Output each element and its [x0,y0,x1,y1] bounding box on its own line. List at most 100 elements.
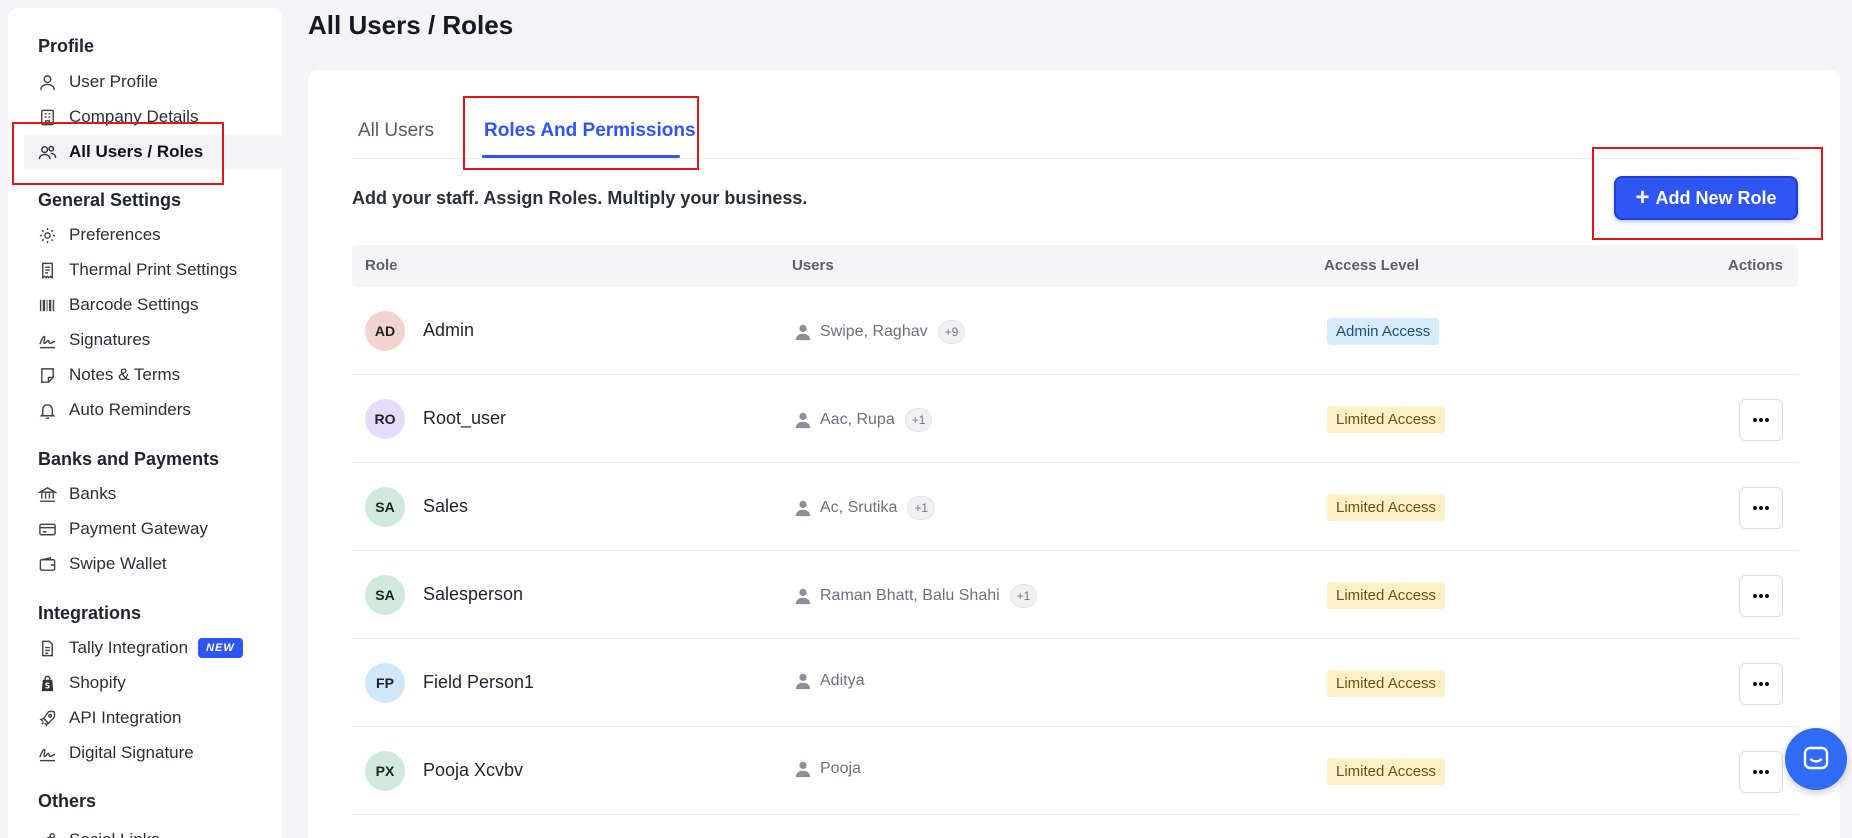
sidebar-item-label: All Users / Roles [69,142,204,161]
row-actions-button[interactable] [1739,751,1783,793]
user-icon [795,412,811,429]
row-actions-button[interactable] [1739,487,1783,529]
role-name: Sales [423,496,469,516]
chat-widget-button[interactable] [1785,728,1847,790]
more-users-count[interactable]: +1 [1009,584,1038,608]
row-actions-button[interactable] [1739,663,1783,705]
sidebar-item-label: Thermal Print Settings [69,260,238,279]
sidebar-item-label: Signatures [69,330,151,349]
active-tab-indicator [482,155,680,158]
table-row[interactable]: PX Pooja Xcvbv Pooja Limited Access [352,727,1798,815]
sidebar-item-auto-reminders[interactable]: Auto Reminders [24,393,282,427]
table-row[interactable]: SA Sales Ac, Srutika +1 Limited Access [352,463,1798,551]
users-cell: Aac, Rupa +1 [794,408,933,432]
role-name: Field Person1 [423,672,535,692]
sidebar-item-social-links[interactable]: Social Links [24,823,282,838]
sidebar-item-swipe-wallet[interactable]: Swipe Wallet [24,547,282,581]
more-users-count[interactable]: +9 [937,320,966,344]
tab-roles-and-permissions[interactable]: Roles And Permissions [484,120,696,142]
sidebar-item-label: Banks [69,484,117,503]
table-row[interactable]: SA Salesperson Raman Bhatt, Balu Shahi +… [352,551,1798,639]
access-level-badge: Admin Access [1327,318,1440,345]
role-name: Admin [423,320,475,340]
sidebar-item-shopify[interactable]: S Shopify [24,666,282,700]
role-name: Salesperson [423,584,524,604]
avatar: PX [365,751,405,791]
sidebar-item-barcode-settings[interactable]: Barcode Settings [24,288,282,322]
sidebar-item-tally-integration[interactable]: Tally Integration NEW [24,631,282,665]
sidebar-item-signatures[interactable]: Signatures [24,323,282,357]
column-header-access-level: Access Level [1324,257,1420,274]
users-cell: Pooja [794,760,861,778]
sidebar-item-label: Barcode Settings [69,295,199,314]
sidebar-item-preferences[interactable]: Preferences [24,218,282,252]
section-title-profile: Profile [38,36,95,56]
user-names: Swipe, Raghav [820,323,928,340]
sidebar-item-label: Preferences [69,225,161,244]
tab-all-users[interactable]: All Users [358,120,434,142]
user-icon [795,673,811,690]
card-icon [39,523,56,535]
shopify-icon: S [41,675,54,691]
sidebar-item-banks[interactable]: Banks [24,477,282,511]
sidebar-item-user-profile[interactable]: User Profile [24,65,282,99]
avatar: FP [365,663,405,703]
more-horizontal-icon [1753,418,1769,422]
sidebar-item-api-integration[interactable]: API Integration [24,701,282,735]
more-horizontal-icon [1753,770,1769,774]
new-badge: NEW [198,638,243,658]
rocket-icon [39,710,56,726]
document-icon [42,640,53,656]
avatar: AD [365,311,405,351]
sidebar-item-all-users-roles[interactable]: All Users / Roles [24,135,282,169]
more-horizontal-icon [1753,594,1769,598]
building-icon [41,109,54,125]
plus-icon: + [1635,184,1650,211]
access-level-badge: Limited Access [1327,758,1446,785]
more-users-count[interactable]: +1 [904,408,933,432]
wallet-icon [39,556,56,571]
user-icon [40,74,55,90]
avatar: SA [365,575,405,615]
row-actions-button[interactable] [1739,399,1783,441]
more-users-count[interactable]: +1 [907,496,936,520]
sidebar-item-label: Notes & Terms [69,365,181,384]
more-horizontal-icon [1753,506,1769,510]
column-header-actions: Actions [1728,257,1784,274]
users-icon [38,145,57,159]
share-icon [40,832,56,838]
role-name: Root_user [423,408,507,428]
sidebar-item-label: Tally Integration [69,638,189,657]
sidebar-item-label: Swipe Wallet [69,554,167,573]
signature-icon [39,335,56,348]
user-names: Aac, Rupa [820,411,895,428]
bell-icon [39,403,56,419]
sidebar-item-company-details[interactable]: Company Details [24,100,282,134]
sidebar-item-payment-gateway[interactable]: Payment Gateway [24,512,282,546]
sidebar-item-label: Payment Gateway [69,519,208,538]
table-row[interactable]: RO Root_user Aac, Rupa +1 Limited Access [352,375,1798,463]
user-icon [795,588,811,605]
gear-icon [39,227,56,243]
sidebar-item-notes-terms[interactable]: Notes & Terms [24,358,282,392]
row-actions-button[interactable] [1739,575,1783,617]
avatar: RO [365,399,405,439]
user-icon [795,761,811,778]
access-level-badge: Limited Access [1327,670,1446,697]
sidebar-item-digital-signature[interactable]: Digital Signature [24,736,282,770]
chat-icon [1803,746,1829,770]
avatar: SA [365,487,405,527]
users-cell: Raman Bhatt, Balu Shahi +1 [794,584,1038,608]
bank-icon [38,486,57,502]
users-cell: Swipe, Raghav +9 [794,320,966,344]
svg-text:S: S [45,681,50,690]
table-row[interactable]: AD Admin Swipe, Raghav +9 Admin Access [352,287,1798,375]
sidebar-item-label: Company Details [69,107,199,126]
sidebar-item-thermal-print-settings[interactable]: Thermal Print Settings [24,253,282,287]
user-icon [795,500,811,517]
access-level-badge: Limited Access [1327,406,1446,433]
users-cell: Aditya [794,672,864,690]
table-row[interactable]: FP Field Person1 Aditya Limited Access [352,639,1798,727]
add-new-role-button[interactable]: + Add New Role [1614,176,1798,220]
section-title-integrations: Integrations [38,603,142,623]
